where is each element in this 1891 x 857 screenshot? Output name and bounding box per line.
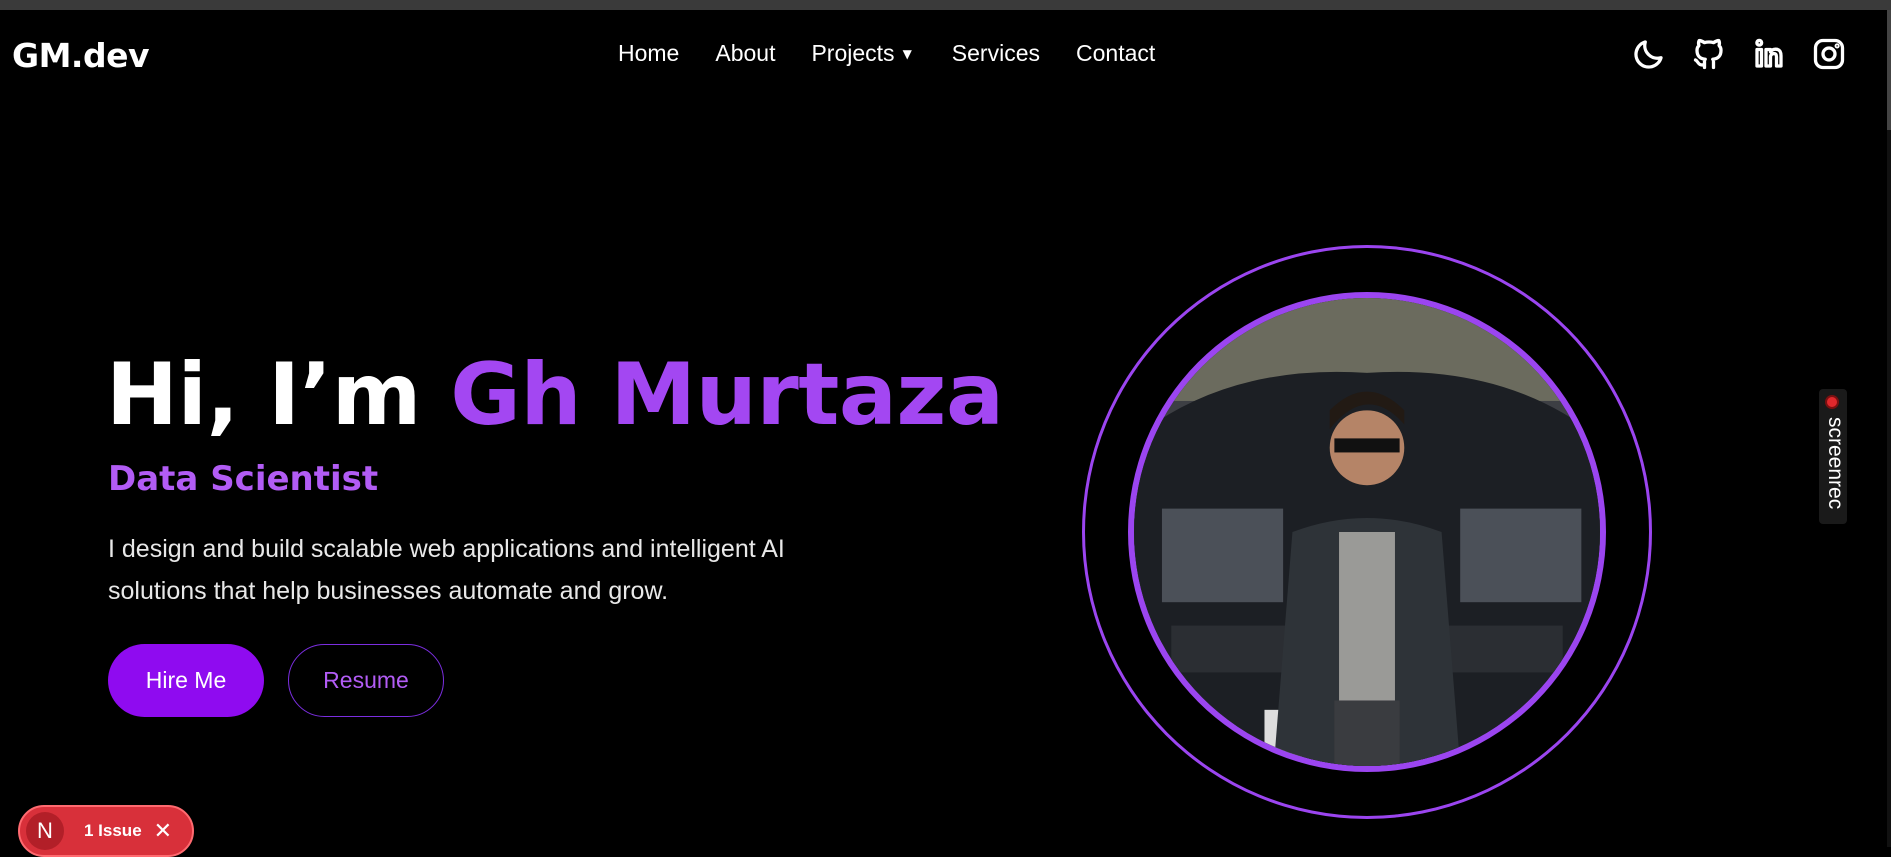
screenrec-widget[interactable]: screenrec	[1819, 389, 1847, 524]
issue-count-label[interactable]: 1 Issue	[84, 821, 142, 841]
nav-services[interactable]: Services	[952, 40, 1040, 67]
site-logo[interactable]: GM.dev	[12, 36, 149, 75]
social-links	[1609, 34, 1849, 74]
hire-me-button[interactable]: Hire Me	[108, 644, 264, 717]
hero-description: I design and build scalable web applicat…	[108, 535, 785, 605]
github-icon[interactable]	[1689, 34, 1729, 74]
nav-projects-label[interactable]: Projects	[811, 40, 894, 67]
browser-top-bar	[0, 0, 1891, 10]
linkedin-icon[interactable]	[1749, 34, 1789, 74]
nav-contact[interactable]: Contact	[1076, 40, 1155, 67]
hero-greeting: Hi, I’m	[106, 345, 421, 445]
instagram-icon[interactable]	[1809, 34, 1849, 74]
nav-projects-dropdown[interactable]: Projects ▼	[811, 40, 911, 67]
record-icon[interactable]	[1825, 395, 1839, 409]
hero-headline: Hi, I’m Gh Murtaza	[106, 352, 1004, 438]
caret-down-icon[interactable]: ▼	[903, 47, 912, 61]
profile-photo	[1128, 292, 1606, 772]
main-nav: Home About Projects ▼ Services Contact	[618, 40, 1191, 67]
moon-icon[interactable]	[1629, 34, 1669, 74]
resume-button[interactable]: Resume	[288, 644, 444, 717]
hero-role: Data Scientist	[108, 459, 379, 499]
screenrec-label: screenrec	[1824, 417, 1847, 510]
scrollbar-track[interactable]	[1887, 10, 1891, 847]
close-icon[interactable]: ✕	[154, 818, 172, 844]
nav-home[interactable]: Home	[618, 40, 679, 67]
scrollbar-thumb[interactable]	[1887, 10, 1891, 130]
nav-about[interactable]: About	[715, 40, 775, 67]
issue-badge-initial[interactable]: N	[26, 812, 64, 850]
issue-indicator[interactable]: N 1 Issue ✕	[18, 805, 194, 857]
hero-name: Gh Murtaza	[450, 345, 1004, 445]
